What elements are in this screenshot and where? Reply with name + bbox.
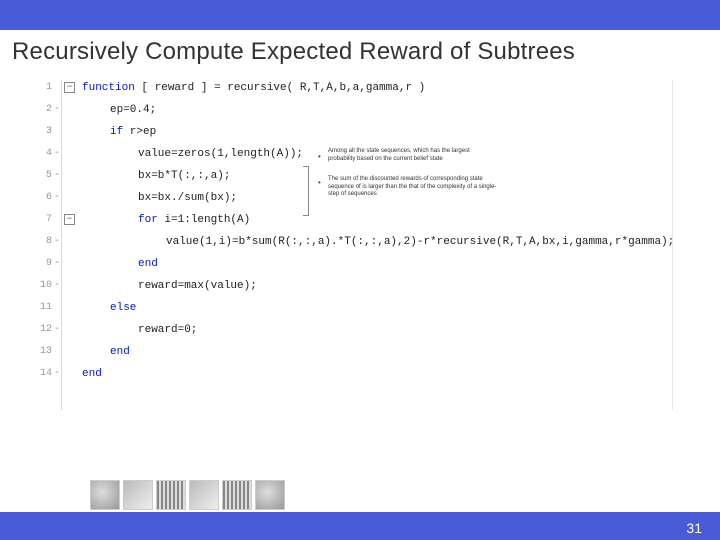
code-line: reward=0; — [138, 324, 197, 336]
code-line: end — [138, 258, 158, 270]
line-number: 13 — [28, 346, 52, 357]
line-number: 12 — [28, 324, 52, 335]
code-line: for i=1:length(A) — [138, 214, 250, 226]
keyword: end — [110, 346, 130, 358]
line-number-gutter: 12-34-5-6-78-9-10-1112-1314- — [28, 80, 62, 410]
decorative-thumb — [123, 480, 153, 510]
fold-icon: − — [64, 82, 75, 93]
brace-annotation-icon — [303, 166, 309, 216]
line-number: 6 — [28, 192, 52, 203]
bullet-icon: • — [318, 178, 321, 187]
decorative-thumb — [156, 480, 186, 510]
annotation-text: The sum of the discounted rewards of cor… — [328, 176, 498, 199]
code-line: end — [82, 368, 102, 380]
modified-line-marker: - — [54, 258, 60, 269]
line-number: 5 — [28, 170, 52, 181]
decorative-strip — [0, 478, 720, 512]
keyword: if — [110, 126, 123, 138]
thumbnail-row — [90, 480, 285, 510]
keyword: end — [138, 258, 158, 270]
code-line: bx=b*T(:,:,a); — [138, 170, 230, 182]
code-line: ep=0.4; — [110, 104, 156, 116]
keyword: function — [82, 82, 135, 94]
decorative-thumb — [189, 480, 219, 510]
code-line: reward=max(value); — [138, 280, 257, 292]
fold-column: − − — [62, 80, 80, 410]
modified-line-marker: - — [54, 236, 60, 247]
code-line: if r>ep — [110, 126, 156, 138]
line-number: 10 — [28, 280, 52, 291]
line-number: 11 — [28, 302, 52, 313]
modified-line-marker: - — [54, 368, 60, 379]
code-line: else — [110, 302, 136, 314]
line-number: 7 — [28, 214, 52, 225]
modified-line-marker: - — [54, 192, 60, 203]
line-number: 9 — [28, 258, 52, 269]
modified-line-marker: - — [54, 104, 60, 115]
code-line: function [ reward ] = recursive( R,T,A,b… — [82, 82, 425, 94]
code-line: end — [110, 346, 130, 358]
modified-line-marker: - — [54, 170, 60, 181]
code-line: value(1,i)=b*sum(R(:,:,a).*T(:,:,a),2)-r… — [166, 236, 674, 248]
page-number: 31 — [686, 520, 702, 536]
line-number: 3 — [28, 126, 52, 137]
top-accent-bar — [0, 0, 720, 30]
slide-title: Recursively Compute Expected Reward of S… — [0, 30, 720, 78]
modified-line-marker: - — [54, 148, 60, 159]
slide: Recursively Compute Expected Reward of S… — [0, 0, 720, 540]
line-number: 8 — [28, 236, 52, 247]
modified-line-marker: - — [54, 324, 60, 335]
code-area: function [ reward ] = recursive( R,T,A,b… — [82, 80, 668, 410]
keyword: for — [138, 214, 158, 226]
fold-icon: − — [64, 214, 75, 225]
keyword: end — [82, 368, 102, 380]
decorative-thumb — [90, 480, 120, 510]
decorative-thumb — [222, 480, 252, 510]
line-number: 2 — [28, 104, 52, 115]
modified-line-marker: - — [54, 280, 60, 291]
line-number: 4 — [28, 148, 52, 159]
line-number: 1 — [28, 82, 52, 93]
keyword: else — [110, 302, 136, 314]
code-screenshot: 12-34-5-6-78-9-10-1112-1314- − − functio… — [28, 80, 668, 410]
decorative-thumb — [255, 480, 285, 510]
bottom-accent-bar: 31 — [0, 512, 720, 540]
line-number: 14 — [28, 368, 52, 379]
code-line: value=zeros(1,length(A)); — [138, 148, 303, 160]
bullet-icon: • — [318, 152, 321, 161]
annotation-text: Among all the state sequences, which has… — [328, 148, 498, 163]
code-line: bx=bx./sum(bx); — [138, 192, 237, 204]
